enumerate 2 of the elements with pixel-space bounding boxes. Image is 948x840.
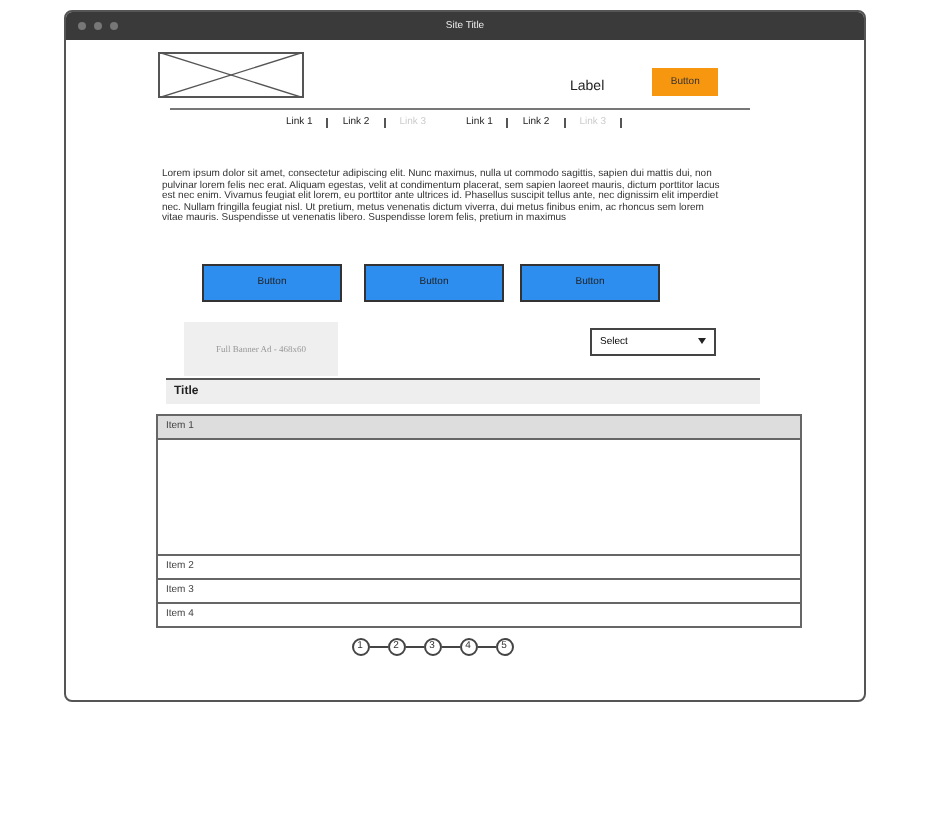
caret-icon <box>698 338 706 345</box>
window-controls-icon[interactable] <box>78 22 118 30</box>
